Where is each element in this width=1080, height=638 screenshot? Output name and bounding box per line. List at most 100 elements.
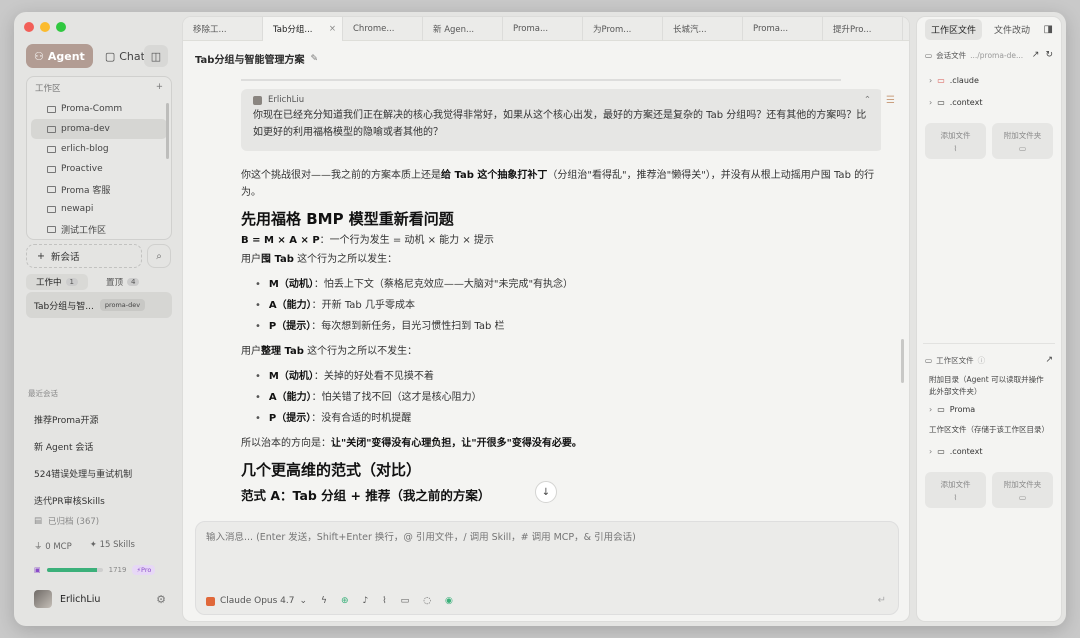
- tab-8[interactable]: 提升Pro...: [823, 17, 903, 41]
- tree-item[interactable]: › ▭ .context: [917, 440, 1061, 462]
- assistant-message: 你这个挑战很对——我之前的方案本质上还是给 Tab 这个抽象打补丁（分组治"看得…: [241, 165, 881, 505]
- session-files-actions: ↗ ↻: [1032, 50, 1053, 60]
- tree-item[interactable]: › ▭ .context: [917, 91, 1061, 113]
- tab-0[interactable]: 移除工...: [183, 17, 263, 41]
- send-icon[interactable]: ↵: [878, 595, 886, 606]
- add-file-button[interactable]: 添加文件 ⌇: [925, 123, 986, 159]
- user-profile[interactable]: ErlichLiu ⚙: [34, 590, 166, 608]
- tab-workspace-files[interactable]: 工作区文件: [925, 18, 983, 40]
- folder-icon: [47, 225, 56, 233]
- list-item[interactable]: 524错误处理与重试机制: [34, 460, 132, 487]
- add-folder-label: 附加文件夹: [1003, 479, 1042, 489]
- arrow-down-icon: ↓: [541, 486, 551, 498]
- workspace-item[interactable]: 测试工作区: [31, 219, 167, 239]
- tab-1[interactable]: Tab分组... ×: [263, 17, 343, 41]
- folder-icon: ▭: [925, 355, 933, 365]
- agent-mode-button[interactable]: ⚇ Agent: [26, 44, 93, 68]
- folder-icon: ▭: [937, 75, 945, 85]
- pro-label: Pro: [141, 566, 152, 574]
- edit-title-icon[interactable]: ✎: [310, 54, 318, 64]
- usage-value: 1719: [108, 566, 127, 574]
- chevron-up-icon[interactable]: ⌃: [864, 95, 871, 105]
- add-folder-button[interactable]: 附加文件夹 ▭: [992, 123, 1053, 159]
- list-item[interactable]: 新 Agent 会话: [34, 433, 132, 460]
- microphone-icon[interactable]: ♪: [363, 596, 369, 606]
- tab-working[interactable]: 工作中 1: [26, 274, 88, 290]
- add-folder-button[interactable]: 附加文件夹 ▭: [992, 472, 1053, 508]
- outline-icon[interactable]: ☰: [886, 95, 895, 106]
- workspace-item-label: Proma-Comm: [61, 104, 123, 114]
- workspace-item[interactable]: Proma-Comm: [31, 99, 167, 119]
- faded-previous-line: [241, 75, 881, 85]
- list-item: A（能力）：怕关错了找不回（这才是核心阻力）: [255, 389, 881, 406]
- mcp-status[interactable]: ⏚ 0 MCP: [34, 540, 72, 552]
- archive-link[interactable]: ▤ 已归档 (367): [34, 515, 99, 527]
- message-input[interactable]: [206, 532, 886, 543]
- close-tab-icon[interactable]: ×: [329, 24, 336, 34]
- list-item: M（动机）：关掉的好处看不见摸不着: [255, 368, 881, 385]
- tab-4[interactable]: Proma...: [503, 17, 583, 41]
- new-chat-button[interactable]: + 新会话: [26, 244, 142, 268]
- tab-6[interactable]: 长城汽...: [663, 17, 743, 41]
- workspace-item[interactable]: erlich-blog: [31, 139, 167, 159]
- list-item[interactable]: 推荐Proma开源: [34, 406, 132, 433]
- tab-pinned[interactable]: 置顶 4: [96, 274, 149, 290]
- globe-icon[interactable]: ⊕: [341, 596, 349, 606]
- conversation: ErlichLiu ⌃ 你现在已经充分知道我们正在解决的核心我觉得非常好，如果从…: [241, 75, 881, 505]
- lightning-icon[interactable]: ϟ: [321, 596, 327, 606]
- open-external-icon[interactable]: ↗: [1045, 355, 1053, 365]
- workspace-item[interactable]: Proactive: [31, 159, 167, 179]
- conversation-scrollbar[interactable]: [901, 339, 904, 383]
- app-window: ⚇ Agent ▢ Chat ◫ 工作区 + Proma-Comm proma-…: [14, 12, 1066, 626]
- scroll-to-bottom-button[interactable]: ↓: [535, 481, 557, 503]
- paperclip-icon[interactable]: ⌇: [382, 596, 386, 606]
- add-workspace-icon[interactable]: +: [156, 82, 163, 94]
- text-bold: 给 Tab 这个抽象打补丁: [441, 170, 548, 181]
- search-button[interactable]: ⌕: [147, 244, 171, 268]
- tab-working-label: 工作中: [36, 278, 62, 288]
- minimize-window-button[interactable]: [40, 22, 50, 32]
- model-selector[interactable]: Claude Opus 4.7 ⌄: [206, 596, 307, 606]
- new-chat-label: 新会话: [50, 252, 80, 263]
- workspace-label: 工作区: [35, 84, 61, 94]
- list-item[interactable]: 迭代PR审核Skills: [34, 487, 132, 514]
- active-session-item[interactable]: Tab分组与智... proma-dev: [26, 292, 172, 318]
- tree-item[interactable]: › ▭ Proma: [917, 398, 1061, 420]
- claude-icon: [206, 596, 215, 606]
- refresh-icon[interactable]: ↻: [1045, 50, 1053, 60]
- maximize-window-button[interactable]: [56, 22, 66, 32]
- archive-icon: ▤: [34, 516, 43, 526]
- intro-paragraph: 你这个挑战很对——我之前的方案本质上还是给 Tab 这个抽象打补丁（分组治"看得…: [241, 167, 881, 201]
- workspace-scrollbar[interactable]: [166, 103, 169, 159]
- tree-item[interactable]: › ▭ .claude: [917, 69, 1061, 91]
- add-file-button[interactable]: 添加文件 ⌇: [925, 472, 986, 508]
- workspace-files-actions: ↗: [1045, 355, 1053, 365]
- text-span: 这个行为之所以不发生：: [303, 346, 418, 357]
- folder-icon[interactable]: ▭: [401, 596, 410, 606]
- open-external-icon[interactable]: ↗: [1032, 50, 1040, 60]
- main-panel: 移除工... Tab分组... × Chrome... 新 Agen... Proma..…: [182, 16, 910, 622]
- skills-label: 15 Skills: [99, 540, 135, 550]
- close-window-button[interactable]: [24, 22, 34, 32]
- skills-status[interactable]: ✦ 15 Skills: [90, 540, 135, 552]
- list-item: P（提示）：没有合适的时机提醒: [255, 410, 881, 427]
- panel-layout-icon[interactable]: ◨: [1044, 24, 1053, 35]
- workspace-item[interactable]: proma-dev: [31, 119, 167, 139]
- tab-file-changes[interactable]: 文件改动: [988, 19, 1036, 40]
- tab-5[interactable]: 为Prom...: [583, 17, 663, 41]
- composer-toolbar: Claude Opus 4.7 ⌄ ϟ ⊕ ♪ ⌇ ▭ ◌ ◉: [206, 596, 453, 606]
- eye-icon[interactable]: ◉: [445, 596, 453, 606]
- workspace-item[interactable]: Proma 客服: [31, 179, 167, 199]
- workspace-item[interactable]: newapi: [31, 199, 167, 219]
- session-files-label: 会话文件: [936, 50, 967, 60]
- usage-progress-bar: [46, 568, 103, 572]
- tab-2[interactable]: Chrome...: [343, 17, 423, 41]
- info-icon: ⓘ: [977, 355, 986, 365]
- tree-item-label: .context: [949, 97, 983, 107]
- sidebar-toggle-button[interactable]: ◫: [144, 45, 168, 67]
- tab-7[interactable]: Proma...: [743, 17, 823, 41]
- username: ErlichLiu: [60, 593, 101, 605]
- loading-icon[interactable]: ◌: [423, 596, 431, 606]
- tab-3[interactable]: 新 Agen...: [423, 17, 503, 41]
- gear-icon[interactable]: ⚙: [156, 593, 166, 606]
